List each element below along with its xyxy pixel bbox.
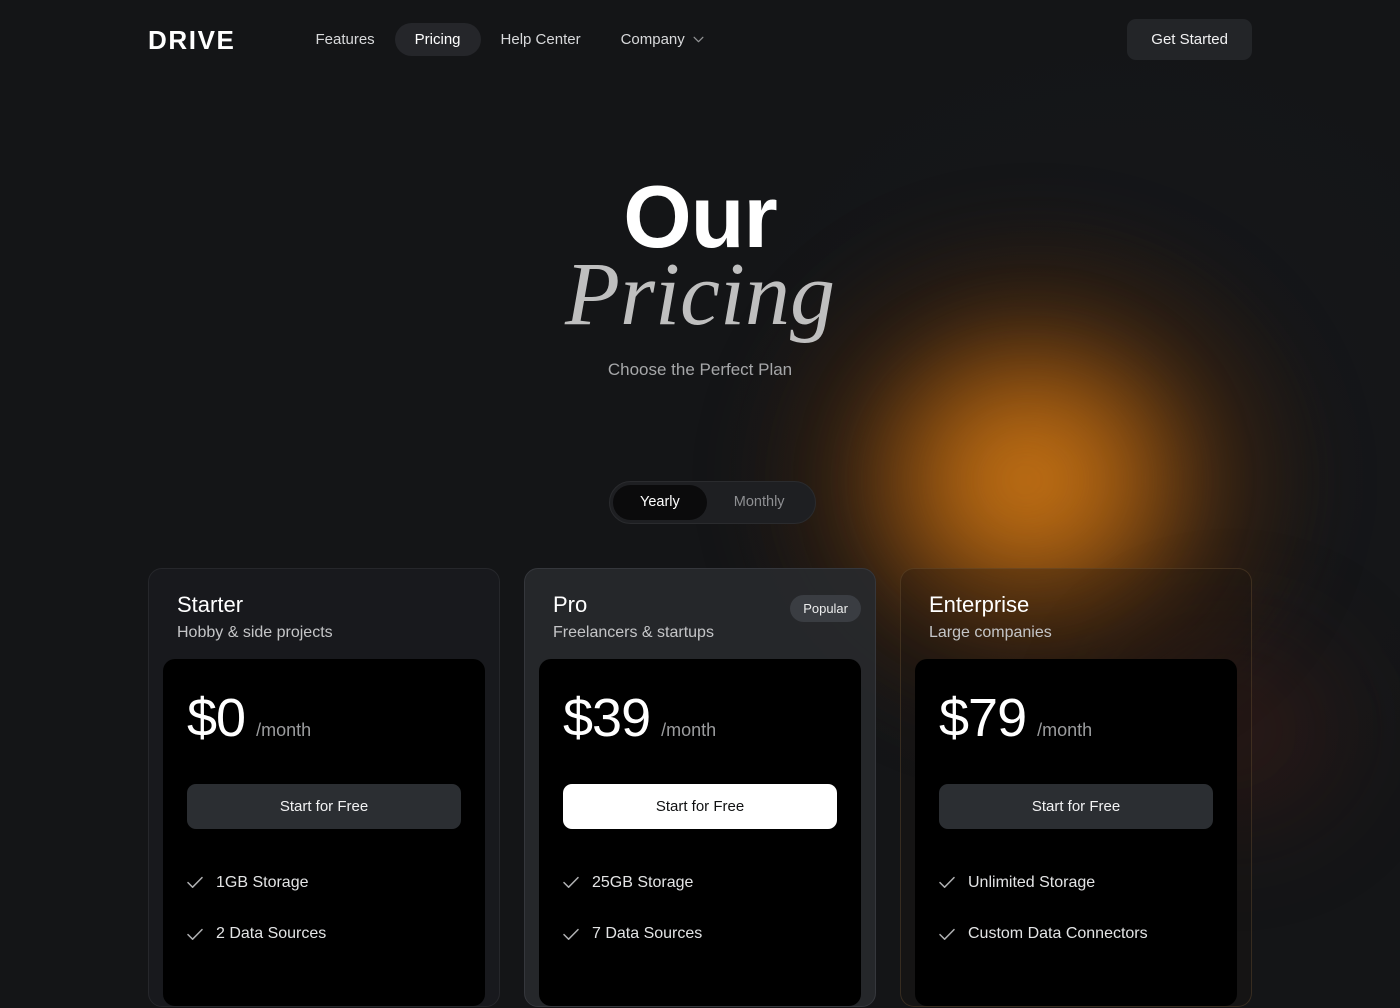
check-icon: [939, 928, 955, 940]
list-item: 7 Data Sources: [563, 924, 837, 943]
feature-label: 7 Data Sources: [592, 925, 703, 943]
nav-item-pricing-label: Pricing: [414, 31, 461, 48]
card-header-pro: Pro Freelancers & startups Popular: [539, 591, 861, 659]
card-header-enterprise: Enterprise Large companies: [915, 591, 1237, 659]
check-icon: [187, 928, 203, 940]
nav-item-company[interactable]: Company: [601, 23, 724, 56]
price-row-pro: $39 /month: [563, 691, 837, 745]
plan-name-enterprise: Enterprise: [929, 592, 1030, 617]
start-for-free-button-pro[interactable]: Start for Free: [563, 784, 837, 830]
plan-price-starter: $0: [187, 688, 246, 749]
nav-item-help-center-label: Help Center: [500, 31, 581, 48]
nav-item-company-label: Company: [620, 31, 685, 48]
plan-name-starter: Starter: [177, 592, 244, 617]
plan-price-enterprise: $79: [939, 688, 1027, 749]
feature-label: 1GB Storage: [216, 874, 309, 892]
feature-label: 2 Data Sources: [216, 925, 327, 943]
plan-tagline-pro: Freelancers & startups: [553, 623, 714, 641]
nav-item-features-label: Features: [315, 31, 375, 48]
chevron-down-icon: [693, 36, 704, 43]
billing-toggle-yearly[interactable]: Yearly: [613, 485, 707, 520]
feature-list-starter: 1GB Storage 2 Data Sources: [187, 873, 461, 943]
page-title-secondary: Pricing: [565, 245, 835, 344]
pricing-card-enterprise: Enterprise Large companies $79 /month St…: [900, 568, 1252, 1008]
status-badge-popular: Popular: [790, 595, 861, 622]
nav-item-pricing[interactable]: Pricing: [394, 23, 481, 56]
top-navigation-bar: DRIVE Features Pricing Help Center Compa…: [0, 0, 1400, 79]
check-icon: [939, 877, 955, 889]
billing-toggle-monthly[interactable]: Monthly: [707, 485, 812, 520]
nav-links: Features Pricing Help Center Company: [295, 23, 723, 56]
start-for-free-button-enterprise[interactable]: Start for Free: [939, 784, 1213, 830]
card-body-enterprise: $79 /month Start for Free Unlimited Stor…: [915, 659, 1237, 1007]
feature-list-enterprise: Unlimited Storage Custom Data Connectors: [939, 873, 1213, 943]
check-icon: [563, 928, 579, 940]
check-icon: [563, 877, 579, 889]
list-item: 25GB Storage: [563, 873, 837, 892]
plan-tagline-starter: Hobby & side projects: [177, 623, 333, 641]
feature-label: 25GB Storage: [592, 874, 694, 892]
plan-period-pro: /month: [661, 720, 717, 741]
nav-item-features[interactable]: Features: [295, 23, 394, 56]
get-started-button[interactable]: Get Started: [1127, 19, 1252, 60]
plan-period-starter: /month: [256, 720, 312, 741]
plan-period-enterprise: /month: [1037, 720, 1093, 741]
card-body-pro: $39 /month Start for Free 25GB Storage 7…: [539, 659, 861, 1007]
start-for-free-button-starter[interactable]: Start for Free: [187, 784, 461, 830]
card-header-starter: Starter Hobby & side projects: [163, 591, 485, 659]
price-row-starter: $0 /month: [187, 691, 461, 745]
check-icon: [187, 877, 203, 889]
price-row-enterprise: $79 /month: [939, 691, 1213, 745]
pricing-cards: Starter Hobby & side projects $0 /month …: [148, 568, 1252, 1008]
pricing-card-starter: Starter Hobby & side projects $0 /month …: [148, 568, 500, 1008]
billing-period-toggle[interactable]: Yearly Monthly: [609, 481, 816, 524]
pricing-page: DRIVE Features Pricing Help Center Compa…: [0, 0, 1400, 1008]
brand-logo[interactable]: DRIVE: [148, 27, 235, 53]
plan-price-pro: $39: [563, 688, 651, 749]
list-item: Unlimited Storage: [939, 873, 1213, 892]
nav-item-help-center[interactable]: Help Center: [481, 23, 601, 56]
list-item: 2 Data Sources: [187, 924, 461, 943]
feature-list-pro: 25GB Storage 7 Data Sources: [563, 873, 837, 943]
feature-label: Custom Data Connectors: [968, 925, 1148, 943]
page-subtitle: Choose the Perfect Plan: [607, 360, 793, 379]
list-item: 1GB Storage: [187, 873, 461, 892]
feature-label: Unlimited Storage: [968, 874, 1096, 892]
pricing-card-pro: Pro Freelancers & startups Popular $39 /…: [524, 568, 876, 1008]
plan-tagline-enterprise: Large companies: [929, 623, 1052, 641]
list-item: Custom Data Connectors: [939, 924, 1213, 943]
card-body-starter: $0 /month Start for Free 1GB Storage 2 D…: [163, 659, 485, 1007]
